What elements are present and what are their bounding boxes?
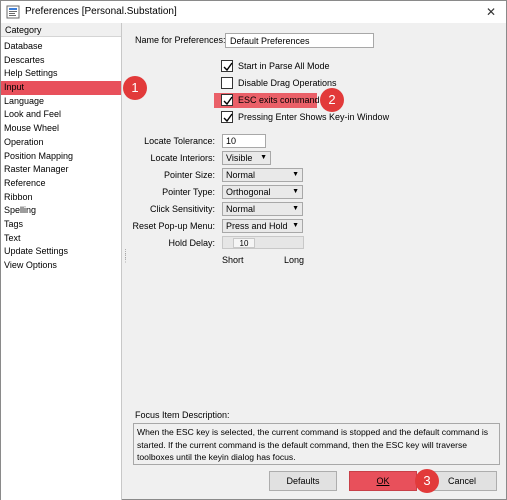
ok-button[interactable]: OK — [349, 471, 417, 491]
title-bar: Preferences [Personal.Substation] ✕ — [1, 1, 506, 23]
step-marker-3: 3 — [415, 469, 439, 493]
chevron-down-icon: ▼ — [292, 222, 299, 229]
reset-popup-label: Reset Pop-up Menu: — [132, 221, 215, 231]
close-button[interactable]: ✕ — [476, 1, 506, 23]
esc-exits-command-label: ESC exits command — [238, 95, 320, 105]
checkmark-icon — [223, 96, 233, 106]
preferences-name-input[interactable] — [225, 33, 374, 48]
preferences-name-label: Name for Preferences: — [135, 35, 226, 45]
focus-description-box: When the ESC key is selected, the curren… — [133, 423, 500, 465]
category-item-text[interactable]: Text — [1, 232, 121, 246]
category-item-help-settings[interactable]: Help Settings — [1, 67, 121, 81]
click-sensitivity-label: Click Sensitivity: — [149, 204, 215, 214]
category-item-look-and-feel[interactable]: Look and Feel — [1, 108, 121, 122]
parse-all-mode-label: Start in Parse All Mode — [238, 61, 330, 71]
reset-popup-value: Press and Hold — [226, 221, 288, 231]
pointer-size-label: Pointer Size: — [163, 170, 215, 180]
hold-delay-max-label: Long — [284, 255, 305, 265]
preferences-dialog: Preferences [Personal.Substation] ✕ Cate… — [0, 0, 507, 500]
category-item-ribbon[interactable]: Ribbon — [1, 191, 121, 205]
window-title: Preferences [Personal.Substation] — [25, 6, 177, 17]
hold-delay-min-label: Short — [222, 255, 244, 265]
step-marker-1: 1 — [123, 76, 147, 100]
category-item-spelling[interactable]: Spelling — [1, 204, 121, 218]
category-item-mouse-wheel[interactable]: Mouse Wheel — [1, 122, 121, 136]
category-item-descartes[interactable]: Descartes — [1, 54, 121, 68]
pointer-type-value: Orthogonal — [226, 187, 271, 197]
click-sensitivity-value: Normal — [226, 204, 256, 214]
disable-drag-label: Disable Drag Operations — [238, 78, 337, 88]
locate-interiors-dropdown[interactable]: Visible ▼ — [222, 151, 271, 165]
locate-interiors-label: Locate Interiors: — [150, 153, 215, 163]
enter-keyin-label: Pressing Enter Shows Key-in Window — [238, 112, 390, 122]
category-item-operation[interactable]: Operation — [1, 136, 121, 150]
pane-splitter[interactable]: ⋮ ⋮ ⋮ — [122, 249, 129, 273]
category-item-tags[interactable]: Tags — [1, 218, 121, 232]
checkmark-icon — [223, 113, 233, 123]
chevron-down-icon: ▼ — [292, 171, 299, 178]
pointer-type-dropdown[interactable]: Orthogonal ▼ — [222, 185, 303, 199]
category-item-input[interactable]: Input — [1, 81, 121, 95]
category-item-position-mapping[interactable]: Position Mapping — [1, 150, 121, 164]
reset-popup-dropdown[interactable]: Press and Hold ▼ — [222, 219, 303, 233]
category-item-update-settings[interactable]: Update Settings — [1, 245, 121, 259]
category-item-raster-manager[interactable]: Raster Manager — [1, 163, 121, 177]
pointer-size-dropdown[interactable]: Normal ▼ — [222, 168, 303, 182]
hold-delay-label: Hold Delay: — [168, 238, 215, 248]
close-icon: ✕ — [485, 5, 497, 19]
checkmark-icon — [223, 62, 233, 72]
category-pane: Category Database Descartes Help Setting… — [1, 23, 122, 500]
pointer-type-label: Pointer Type: — [162, 187, 215, 197]
step-marker-2: 2 — [320, 88, 344, 112]
esc-exits-command-checkbox[interactable] — [221, 94, 233, 106]
category-item-view-options[interactable]: View Options — [1, 259, 121, 273]
category-item-reference[interactable]: Reference — [1, 177, 121, 191]
parse-all-mode-checkbox[interactable] — [221, 60, 233, 72]
locate-tolerance-input[interactable] — [222, 134, 266, 148]
category-list: Database Descartes Help Settings Input L… — [1, 40, 121, 273]
app-icon — [6, 5, 20, 19]
hold-delay-slider[interactable]: 10 — [222, 236, 304, 249]
category-item-language[interactable]: Language — [1, 95, 121, 109]
pointer-size-value: Normal — [226, 170, 256, 180]
click-sensitivity-dropdown[interactable]: Normal ▼ — [222, 202, 303, 216]
locate-interiors-value: Visible — [226, 153, 253, 163]
chevron-down-icon: ▼ — [292, 205, 299, 212]
chevron-down-icon: ▼ — [292, 188, 299, 195]
category-header: Category — [1, 23, 121, 37]
hold-delay-thumb[interactable]: 10 — [233, 238, 255, 248]
settings-pane: Name for Preferences: Start in Parse All… — [129, 23, 504, 500]
defaults-button[interactable]: Defaults — [269, 471, 337, 491]
chevron-down-icon: ▼ — [260, 154, 267, 161]
focus-description-label: Focus Item Description: — [135, 410, 230, 420]
enter-keyin-checkbox[interactable] — [221, 111, 233, 123]
locate-tolerance-label: Locate Tolerance: — [144, 136, 215, 146]
category-item-database[interactable]: Database — [1, 40, 121, 54]
disable-drag-checkbox[interactable] — [221, 77, 233, 89]
